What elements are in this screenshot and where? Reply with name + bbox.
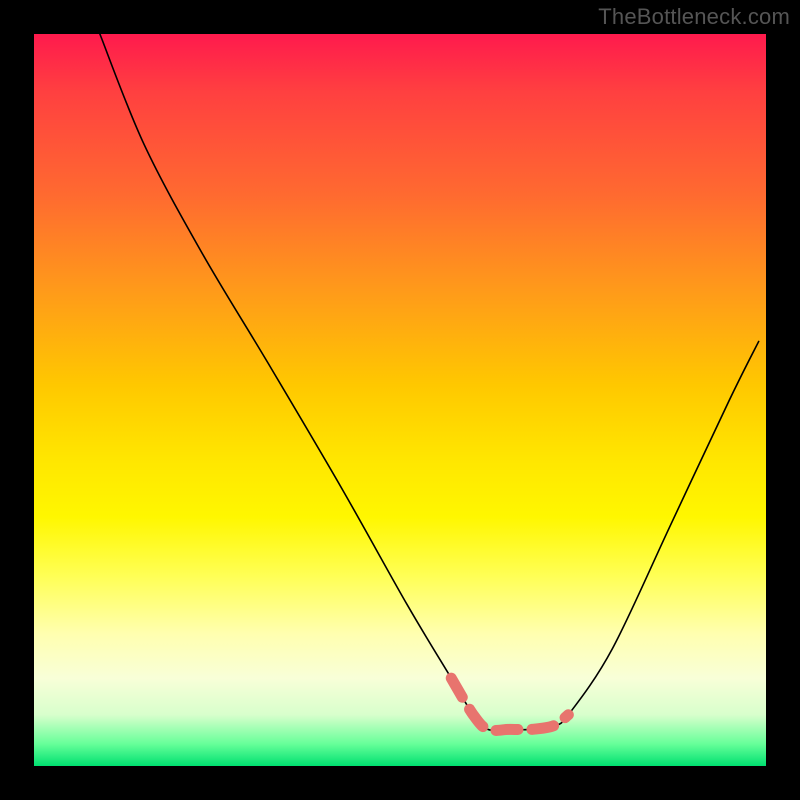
highlight-segment (451, 678, 568, 730)
chart-svg (34, 34, 766, 766)
chart-container: TheBottleneck.com (0, 0, 800, 800)
plot-area (34, 34, 766, 766)
watermark-text: TheBottleneck.com (598, 4, 790, 30)
bottleneck-curve (100, 34, 759, 730)
